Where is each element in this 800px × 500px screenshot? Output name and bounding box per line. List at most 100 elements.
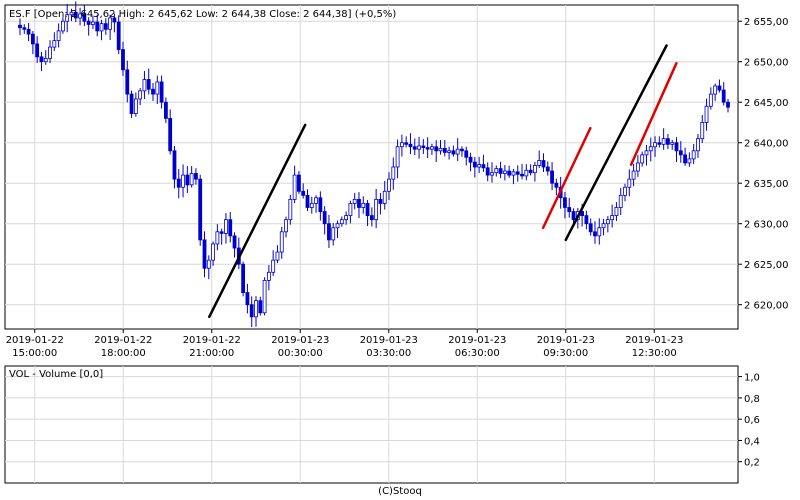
candle-body (357, 198, 361, 208)
candle-body (537, 160, 542, 166)
candle-body (344, 215, 349, 221)
candle-body (657, 142, 662, 145)
volume-y-tick-label: 0,8 (744, 394, 760, 405)
candle-body (533, 164, 537, 174)
price-x-tick-date: 2019-01-22 (94, 335, 152, 346)
candle-body (361, 203, 366, 208)
candle-body (678, 150, 683, 156)
candle-body (498, 168, 503, 174)
price-x-tick-time: 15:00:00 (12, 348, 57, 359)
price-x-tick-time: 00:30:00 (278, 348, 323, 359)
candle-body (318, 197, 323, 212)
candle-body (254, 300, 258, 318)
candle-body (103, 23, 108, 30)
candle-body (653, 142, 657, 148)
candle-body (717, 85, 722, 91)
candle-body (297, 174, 301, 192)
price-x-tick-date: 2019-01-22 (6, 335, 64, 346)
price-x-axis: 2019-01-22 15:00:00 2019-01-22 18:00:00 2019… (6, 329, 683, 359)
candle-body (490, 172, 494, 176)
candle-body (39, 56, 44, 63)
candle-body (597, 227, 602, 237)
candle-body (721, 89, 726, 103)
price-y-tick-label: 2 640,00 (744, 139, 789, 150)
candle-body (155, 81, 160, 95)
candle-body (438, 147, 443, 152)
candle-body (511, 171, 516, 176)
candle-body (378, 198, 383, 204)
candle-body (430, 146, 434, 150)
candle-body (95, 21, 100, 32)
candle-body (421, 145, 426, 148)
price-y-tick-label: 2 620,00 (744, 301, 789, 312)
candle-body (412, 146, 417, 150)
candle-body (691, 150, 696, 160)
candle-body (365, 203, 370, 216)
candle-body (292, 174, 297, 200)
candle-body (395, 146, 400, 168)
candle-body (305, 194, 310, 208)
candle-body (472, 161, 477, 168)
price-y-tick-label: 2 635,00 (744, 179, 789, 190)
candle-body (185, 174, 190, 186)
volume-panel-header: VOL - Volume [0,0] (9, 369, 103, 380)
candle-body (382, 190, 387, 204)
candle-body (425, 147, 430, 150)
candle-body (640, 154, 645, 164)
candle-body (26, 28, 31, 35)
candle-body (520, 173, 524, 177)
price-x-tick-date: 2019-01-23 (271, 335, 329, 346)
candle-body (22, 27, 27, 30)
candle-body (348, 203, 353, 216)
candle-body (245, 292, 250, 306)
candle-body (314, 197, 318, 204)
candle-body (266, 271, 271, 281)
candle-body (61, 20, 65, 32)
candle-body (635, 162, 640, 172)
candle-body (249, 304, 254, 318)
candle-body (528, 169, 533, 174)
candle-body (593, 231, 597, 237)
candle-body (464, 150, 469, 158)
candle-body (352, 198, 357, 204)
price-y-tick-label: 2 630,00 (744, 220, 789, 231)
price-y-tick-label: 2 645,00 (744, 98, 789, 109)
candle-body (670, 142, 675, 145)
candle-body (86, 20, 91, 25)
candle-body (129, 93, 134, 114)
candle-body (610, 215, 615, 221)
volume-panel-frame (4, 365, 739, 484)
candle-body (614, 207, 619, 217)
candle-body (442, 147, 447, 153)
candle-body (618, 194, 623, 208)
candle-body (18, 24, 22, 29)
candle-body (327, 223, 331, 241)
candle-body (648, 146, 653, 152)
candle-body (241, 263, 246, 293)
candle-body (116, 21, 121, 50)
candle-body (700, 122, 705, 140)
candle-body (584, 215, 589, 225)
price-x-tick-time: 09:30:00 (543, 348, 588, 359)
candle-body (301, 190, 306, 196)
candle-body (224, 219, 228, 234)
candle-body (708, 93, 713, 107)
price-y-tick-label: 2 625,00 (744, 260, 789, 271)
candle-body (554, 182, 559, 188)
candle-body (704, 105, 709, 123)
price-x-tick-date: 2019-01-23 (537, 335, 595, 346)
candle-body (52, 40, 57, 48)
price-y-axis: 2 620,00 2 625,00 2 630,00 2 635,00 2 640,00… (738, 17, 789, 312)
candle-body (133, 98, 138, 114)
candle-body (189, 173, 194, 186)
candle-body (262, 279, 267, 314)
candle-body (468, 156, 473, 163)
candle-body (404, 142, 409, 145)
candle-body (434, 146, 439, 152)
candle-body (627, 178, 632, 188)
candle-body (661, 138, 666, 145)
candle-body (481, 164, 486, 169)
candle-body (507, 170, 512, 176)
candle-body (121, 49, 125, 71)
candle-body (206, 259, 211, 269)
